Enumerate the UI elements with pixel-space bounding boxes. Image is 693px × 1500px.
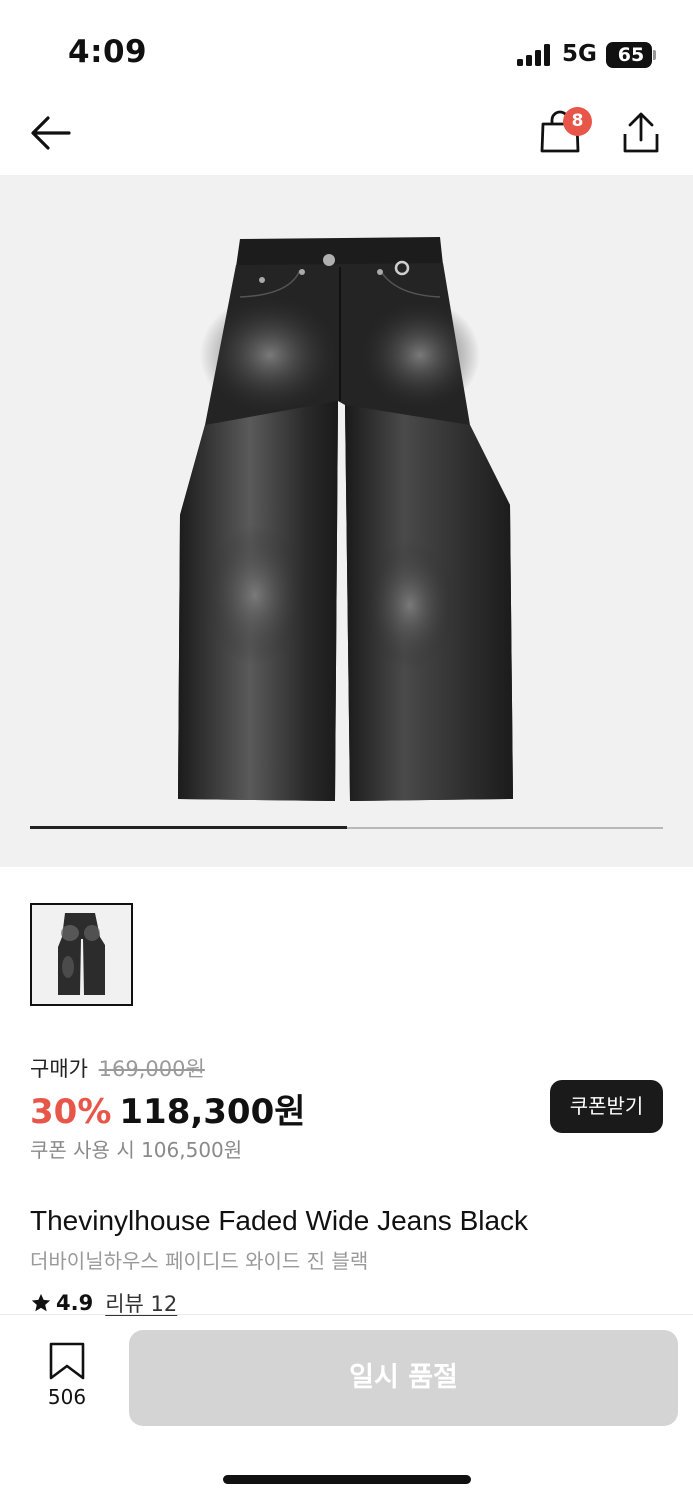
battery-icon: 65 bbox=[606, 42, 656, 68]
product-image-carousel[interactable] bbox=[0, 175, 693, 867]
network-label: 5G bbox=[562, 41, 597, 67]
share-icon bbox=[623, 112, 659, 153]
purchase-price-label: 구매가 bbox=[30, 1057, 88, 1081]
share-button[interactable] bbox=[616, 110, 666, 156]
battery-level: 65 bbox=[617, 44, 645, 66]
bookmark-icon bbox=[49, 1342, 85, 1380]
star-icon bbox=[31, 1293, 51, 1312]
status-time: 4:09 bbox=[68, 34, 148, 70]
sale-price: 118,300원 bbox=[119, 1092, 306, 1132]
original-price: 169,000원 bbox=[98, 1057, 205, 1081]
thumbnail-image bbox=[32, 905, 131, 1004]
product-title: Thevinylhouse Faded Wide Jeans Black bbox=[30, 1205, 529, 1236]
signal-icon bbox=[517, 44, 551, 66]
sold-out-button[interactable]: 일시 품절 bbox=[129, 1330, 678, 1426]
image-thumbnail[interactable] bbox=[30, 903, 133, 1006]
get-coupon-button[interactable]: 쿠폰받기 bbox=[550, 1080, 663, 1133]
discount-rate: 30% bbox=[30, 1092, 112, 1132]
product-image bbox=[178, 237, 513, 801]
status-bar: 4:09 5G 65 bbox=[0, 0, 693, 100]
bookmark-count: 506 bbox=[47, 1385, 87, 1409]
cart-count-badge: 8 bbox=[563, 107, 592, 136]
back-button[interactable] bbox=[26, 108, 76, 158]
sale-price-row: 30% 118,300원 bbox=[30, 1084, 306, 1133]
carousel-progress bbox=[30, 826, 663, 829]
bottom-divider bbox=[0, 1314, 693, 1315]
price-label: 구매가 169,000원 bbox=[30, 1053, 205, 1083]
back-arrow-icon bbox=[31, 116, 71, 150]
home-indicator bbox=[223, 1475, 471, 1484]
bookmark-button[interactable]: 506 bbox=[36, 1338, 98, 1418]
carousel-progress-fill bbox=[30, 826, 347, 829]
rating-value: 4.9 bbox=[56, 1291, 94, 1315]
product-title-korean: 더바이닐하우스 페이디드 와이드 진 블랙 bbox=[30, 1249, 369, 1273]
cart-button[interactable]: 8 bbox=[536, 106, 596, 158]
coupon-price: 쿠폰 사용 시 106,500원 bbox=[30, 1138, 243, 1162]
